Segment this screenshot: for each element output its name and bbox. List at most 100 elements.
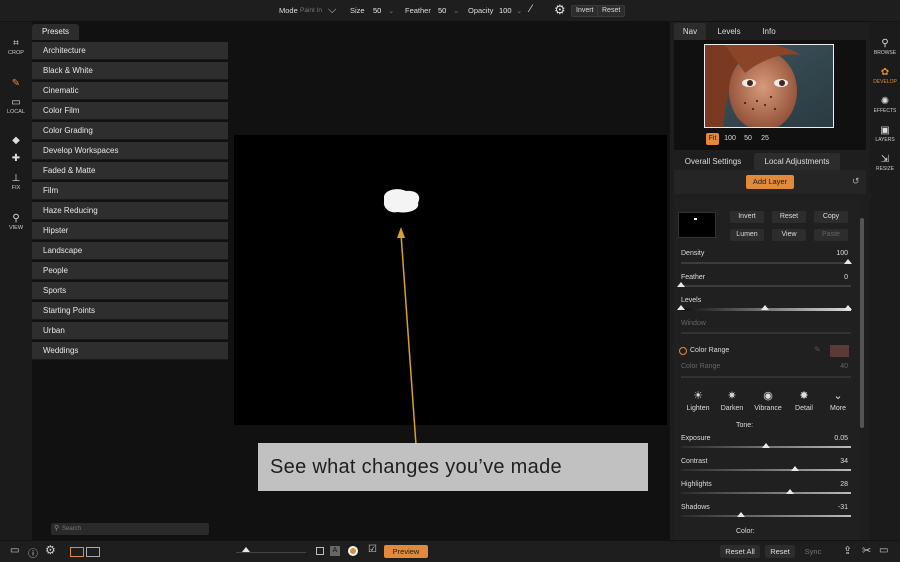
preset-category-item[interactable]: Starting Points: [32, 302, 228, 320]
mask-copy-button[interactable]: Copy: [814, 211, 848, 223]
preset-category-item[interactable]: Film: [32, 182, 228, 200]
color-range-value[interactable]: 40: [818, 363, 848, 370]
tool-fix[interactable]: ⊥ FIX: [0, 173, 32, 191]
panel-toggle-icon[interactable]: ▭: [10, 545, 19, 556]
module-layers[interactable]: ▣ LAYERS: [870, 125, 900, 143]
preset-category-item[interactable]: People: [32, 262, 228, 280]
color-swatch[interactable]: [830, 345, 849, 357]
preset-category-item[interactable]: Black & White: [32, 62, 228, 80]
tab-nav[interactable]: Nav: [674, 23, 706, 40]
color-range-row[interactable]: Color Range ✎: [679, 345, 859, 359]
mask-reset-button[interactable]: Reset: [772, 211, 806, 223]
slider-knob[interactable]: [762, 443, 770, 448]
feather-value[interactable]: 0: [818, 274, 848, 281]
mode-value[interactable]: Paint In: [300, 7, 322, 14]
magic-wand-icon[interactable]: ⁄: [530, 3, 532, 15]
tool-local[interactable]: ▭ LOCAL: [0, 97, 32, 115]
tool-darken-button[interactable]: ✷ Darken: [717, 390, 747, 412]
zoom-slider[interactable]: [236, 552, 306, 553]
density-slider-knob[interactable]: [844, 259, 852, 264]
preset-category-item[interactable]: Architecture: [32, 42, 228, 60]
tab-overall-settings[interactable]: Overall Settings: [674, 153, 752, 170]
feather-slider-knob[interactable]: [677, 282, 685, 287]
preset-category-item[interactable]: Color Film: [32, 102, 228, 120]
bottom-reset-button[interactable]: Reset: [765, 545, 795, 558]
preset-category-item[interactable]: Develop Workspaces: [32, 142, 228, 160]
color-range-slider[interactable]: [681, 376, 851, 378]
color-range-toggle-icon[interactable]: [679, 347, 687, 355]
preset-category-item[interactable]: Urban: [32, 322, 228, 340]
module-browse[interactable]: ⚲ BROWSE: [870, 38, 900, 56]
feather-chevron-icon[interactable]: ⌄: [453, 6, 459, 15]
compare-view-icon[interactable]: [86, 547, 100, 557]
module-develop[interactable]: ✿ DEVELOP: [870, 67, 900, 85]
slider-track[interactable]: [681, 492, 851, 494]
preset-category-item[interactable]: Color Grading: [32, 122, 228, 140]
slider-track[interactable]: [681, 515, 851, 517]
tool-brush[interactable]: ✎: [0, 78, 32, 90]
eyedropper-icon[interactable]: ✎: [814, 345, 821, 354]
clipboard-icon[interactable]: ☑: [368, 544, 377, 555]
slider-knob[interactable]: [785, 489, 794, 494]
zoom-25-button[interactable]: 25: [758, 133, 772, 145]
image-canvas[interactable]: See what changes you’ve made: [230, 22, 670, 540]
mask-invert-button[interactable]: Invert: [730, 211, 764, 223]
tab-levels[interactable]: Levels: [710, 23, 748, 40]
opacity-chevron-icon[interactable]: ⌄: [516, 6, 522, 15]
mask-thumbnail[interactable]: [678, 212, 716, 238]
module-effects[interactable]: ✺ EFFECTS: [870, 96, 900, 114]
single-view-icon[interactable]: [70, 547, 84, 557]
preview-button[interactable]: Preview: [384, 545, 428, 558]
module-resize[interactable]: ⇲ RESIZE: [870, 154, 900, 172]
preset-category-item[interactable]: Cinematic: [32, 82, 228, 100]
window-slider[interactable]: [681, 332, 851, 334]
gear-icon[interactable]: ⚙: [554, 2, 566, 18]
export-icon[interactable]: ⇪: [843, 544, 852, 557]
slider-value[interactable]: 34: [818, 458, 848, 465]
slider-knob[interactable]: [790, 466, 799, 471]
scissors-icon[interactable]: ✂: [862, 544, 871, 557]
levels-mid-knob[interactable]: [761, 305, 769, 310]
tool-detail-button[interactable]: ✸ Detail: [789, 390, 819, 412]
right-panel-toggle-icon[interactable]: ▭: [879, 545, 888, 556]
zoom-slider-knob[interactable]: [242, 547, 250, 552]
feather-slider[interactable]: [681, 285, 851, 287]
mask-overlay-icon[interactable]: [316, 547, 324, 555]
invert-button[interactable]: Invert: [571, 5, 599, 17]
preset-search-input[interactable]: ⚲ Search: [51, 523, 209, 535]
tab-local-adjustments[interactable]: Local Adjustments: [754, 153, 840, 170]
zoom-fit-button[interactable]: Fit: [706, 133, 719, 145]
mask-lumen-button[interactable]: Lumen: [730, 229, 764, 241]
preset-category-item[interactable]: Landscape: [32, 242, 228, 260]
tool-heal[interactable]: ✚: [0, 153, 32, 165]
panel-scrollbar[interactable]: [860, 218, 864, 428]
mask-view-button[interactable]: View: [772, 229, 806, 241]
slider-knob[interactable]: [736, 512, 745, 517]
size-value[interactable]: 50: [373, 6, 381, 15]
record-icon[interactable]: [348, 546, 358, 556]
presets-tab[interactable]: Presets: [32, 24, 79, 40]
mask-paste-button[interactable]: Paste: [814, 229, 848, 241]
levels-black-knob[interactable]: [677, 305, 685, 310]
tool-eraser[interactable]: ◆: [0, 135, 32, 147]
mask-preview-image[interactable]: [234, 135, 667, 425]
opacity-value[interactable]: 100: [499, 6, 512, 15]
add-layer-button[interactable]: Add Layer: [746, 175, 794, 189]
navigator-thumbnail[interactable]: [704, 44, 834, 128]
help-icon[interactable]: ⓘ: [28, 545, 38, 560]
mode-dropdown-icon[interactable]: ⌵: [328, 4, 336, 17]
tool-crop[interactable]: ⌗ CROP: [0, 38, 32, 56]
preset-category-item[interactable]: Sports: [32, 282, 228, 300]
auto-icon[interactable]: A: [330, 546, 340, 556]
slider-value[interactable]: -31: [818, 504, 848, 511]
tab-info[interactable]: Info: [754, 23, 784, 40]
levels-white-knob[interactable]: [844, 305, 852, 310]
tool-vibrance-button[interactable]: ◉ Vibrance: [753, 390, 783, 412]
zoom-50-button[interactable]: 50: [741, 133, 755, 145]
undo-icon[interactable]: ↺: [852, 176, 860, 187]
reset-button[interactable]: Reset: [597, 5, 626, 17]
preset-category-item[interactable]: Weddings: [32, 342, 228, 360]
density-value[interactable]: 100: [818, 250, 848, 257]
tool-more-button[interactable]: ⌄ More: [823, 390, 853, 412]
slider-value[interactable]: 0.05: [818, 435, 848, 442]
